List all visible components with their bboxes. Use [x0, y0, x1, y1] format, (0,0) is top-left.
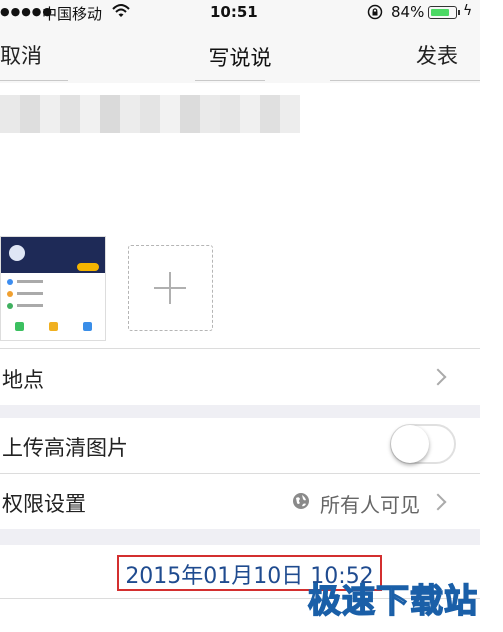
- thumbnail-badge: [77, 263, 99, 271]
- page-title: 写说说: [208, 46, 272, 70]
- status-bar: ●●●●● 中国移动 10:51 84% ϟ: [0, 0, 480, 26]
- thumbnail-dock: [1, 322, 105, 336]
- publish-button[interactable]: 发表: [416, 40, 458, 70]
- nav-bar: 取消 写说说 发表: [0, 26, 480, 83]
- thumbnail-row: [7, 291, 43, 297]
- globe-icon: [293, 493, 309, 509]
- attached-photo-thumbnail[interactable]: [0, 236, 106, 341]
- orientation-lock-icon: [367, 4, 383, 20]
- plus-icon: [169, 272, 171, 304]
- carrier-name: 中国移动: [42, 5, 103, 23]
- toggle-knob: [391, 425, 429, 463]
- add-photo-button[interactable]: [128, 245, 213, 331]
- battery-fill: [431, 9, 449, 16]
- chevron-right-icon: [429, 493, 447, 511]
- battery-tip: [458, 10, 460, 15]
- battery-percent: 84%: [391, 3, 425, 21]
- charging-bolt-icon: ϟ: [463, 3, 473, 19]
- thumbnail-row: [7, 303, 43, 309]
- nav-divider: [0, 80, 68, 81]
- thumbnail-row: [7, 279, 43, 285]
- hd-upload-label: 上传高清图片: [2, 436, 128, 460]
- chevron-right-icon: [429, 368, 447, 386]
- post-text-blurred[interactable]: [0, 95, 300, 133]
- section-gap: [0, 405, 480, 418]
- battery-icon: [428, 6, 457, 19]
- thumbnail-avatar: [9, 245, 25, 261]
- watermark-text: 极速下载站: [307, 580, 478, 621]
- hd-upload-toggle[interactable]: [390, 424, 456, 464]
- location-label: 地点: [2, 368, 44, 392]
- location-row[interactable]: 地点: [0, 349, 480, 405]
- nav-divider: [330, 80, 480, 81]
- permission-label: 权限设置: [2, 492, 86, 516]
- status-time: 10:51: [210, 3, 258, 21]
- nav-divider: [195, 80, 265, 81]
- permission-value: 所有人可见: [320, 493, 420, 517]
- section-gap: [0, 529, 480, 545]
- wifi-icon: [112, 4, 130, 17]
